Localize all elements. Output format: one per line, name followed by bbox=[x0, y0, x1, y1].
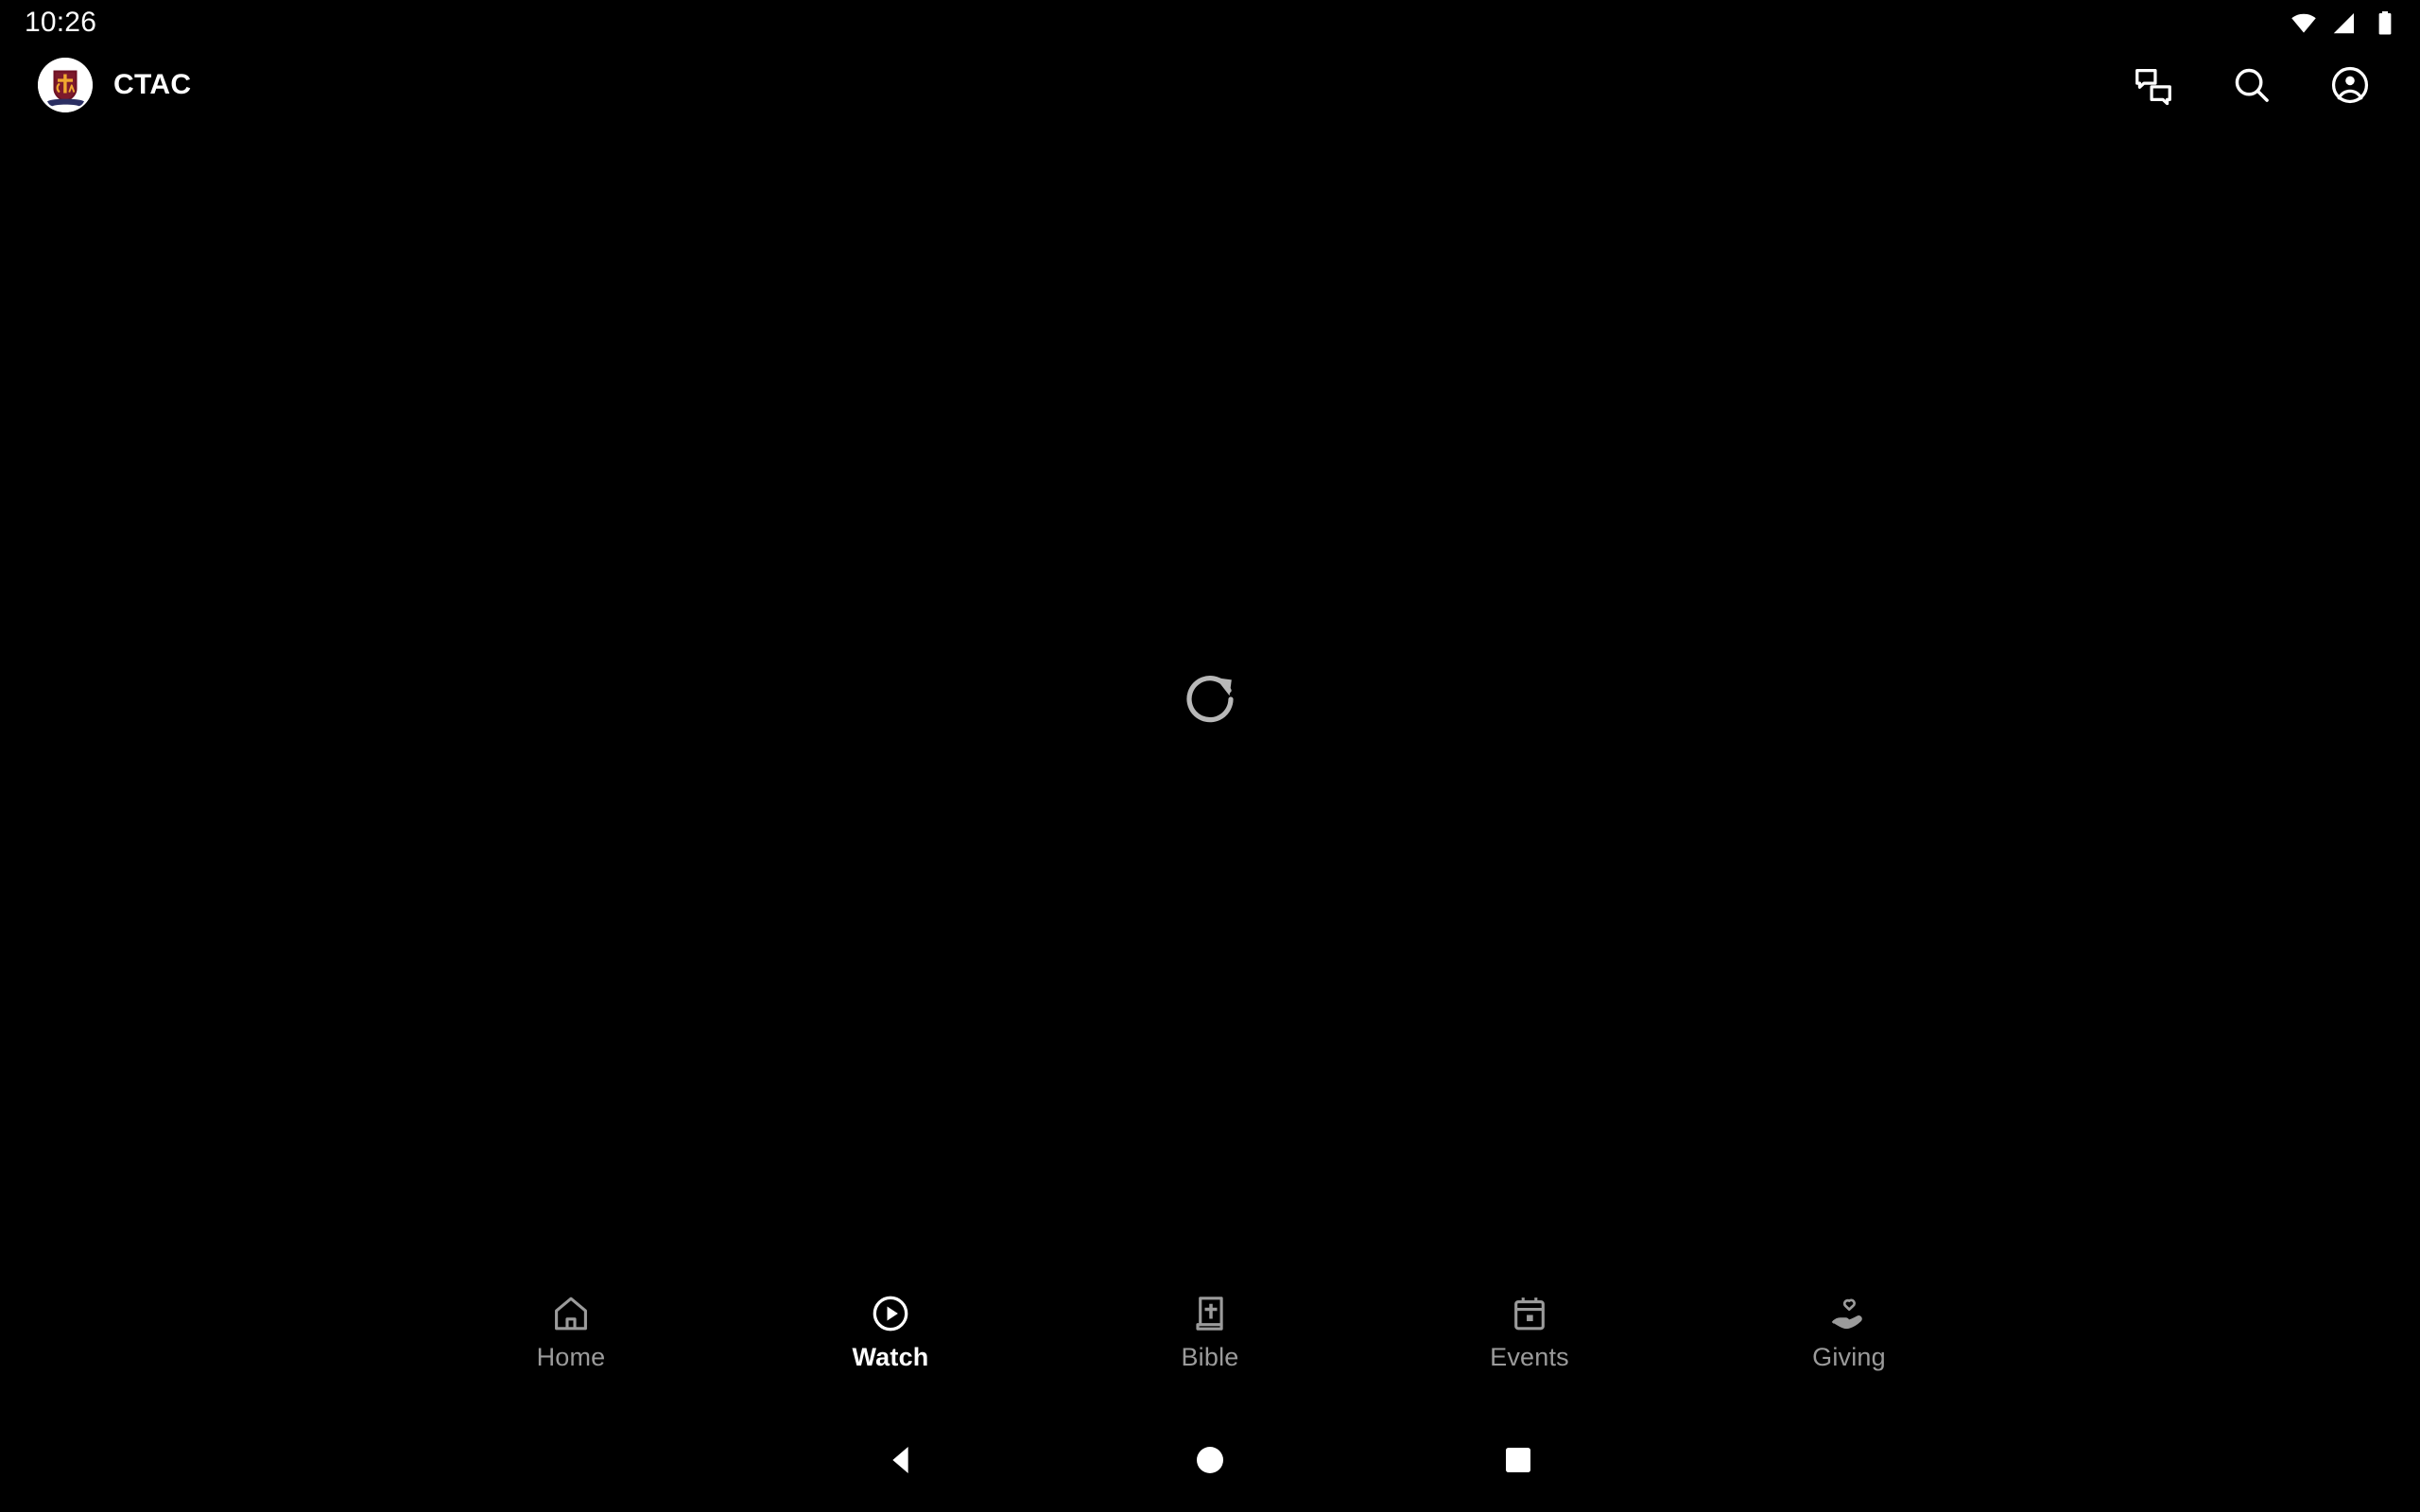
ctac-shield-logo-svg bbox=[38, 58, 93, 112]
status-bar-clock: 10:26 bbox=[25, 7, 97, 38]
android-recents-button[interactable] bbox=[1364, 1408, 1672, 1512]
tab-label-bible: Bible bbox=[1181, 1343, 1239, 1371]
play-circle-icon bbox=[868, 1291, 913, 1336]
wifi-icon bbox=[2291, 13, 2316, 33]
tab-label-events: Events bbox=[1490, 1343, 1569, 1371]
search-icon[interactable] bbox=[2225, 59, 2278, 112]
cellular-signal-icon bbox=[2333, 13, 2354, 34]
system-nav-spacer-right bbox=[1672, 1408, 2268, 1512]
bottom-tab-bar: Home Watch Bible Events Giving bbox=[0, 1285, 2420, 1399]
ctac-shield-logo bbox=[38, 58, 93, 112]
book-cross-icon bbox=[1187, 1291, 1233, 1336]
android-system-nav bbox=[0, 1408, 2420, 1512]
app-screen: 10:26 CTAC Home Watch Bible Events Givin… bbox=[0, 0, 2420, 1512]
app-title: CTAC bbox=[113, 69, 192, 100]
tab-home[interactable]: Home bbox=[411, 1285, 731, 1370]
app-header: CTAC bbox=[0, 45, 2420, 125]
header-brand[interactable]: CTAC bbox=[38, 58, 191, 112]
hand-heart-icon bbox=[1826, 1291, 1872, 1336]
battery-full-icon bbox=[2378, 11, 2392, 35]
android-back-button[interactable] bbox=[748, 1408, 1056, 1512]
header-actions bbox=[2127, 59, 2394, 112]
tab-label-watch: Watch bbox=[852, 1343, 929, 1371]
status-bar: 10:26 bbox=[0, 0, 2420, 45]
home-icon bbox=[548, 1291, 594, 1336]
chat-icon[interactable] bbox=[2127, 59, 2180, 112]
refresh-icon[interactable] bbox=[1177, 666, 1243, 732]
tab-giving[interactable]: Giving bbox=[1689, 1285, 2009, 1370]
tab-watch[interactable]: Watch bbox=[731, 1285, 1050, 1370]
account-circle-icon[interactable] bbox=[2324, 59, 2377, 112]
home-circle-icon bbox=[1197, 1447, 1223, 1473]
recents-square-icon bbox=[1506, 1448, 1530, 1472]
tab-label-home: Home bbox=[536, 1343, 606, 1371]
tab-events[interactable]: Events bbox=[1370, 1285, 1689, 1370]
status-bar-icons bbox=[2290, 9, 2399, 37]
android-home-button[interactable] bbox=[1056, 1408, 1364, 1512]
calendar-icon bbox=[1507, 1291, 1552, 1336]
tab-bible[interactable]: Bible bbox=[1050, 1285, 1370, 1370]
main-content-area bbox=[0, 125, 2420, 1293]
back-triangle-icon bbox=[892, 1447, 908, 1473]
tab-label-giving: Giving bbox=[1812, 1343, 1886, 1371]
system-nav-spacer-left bbox=[152, 1408, 748, 1512]
